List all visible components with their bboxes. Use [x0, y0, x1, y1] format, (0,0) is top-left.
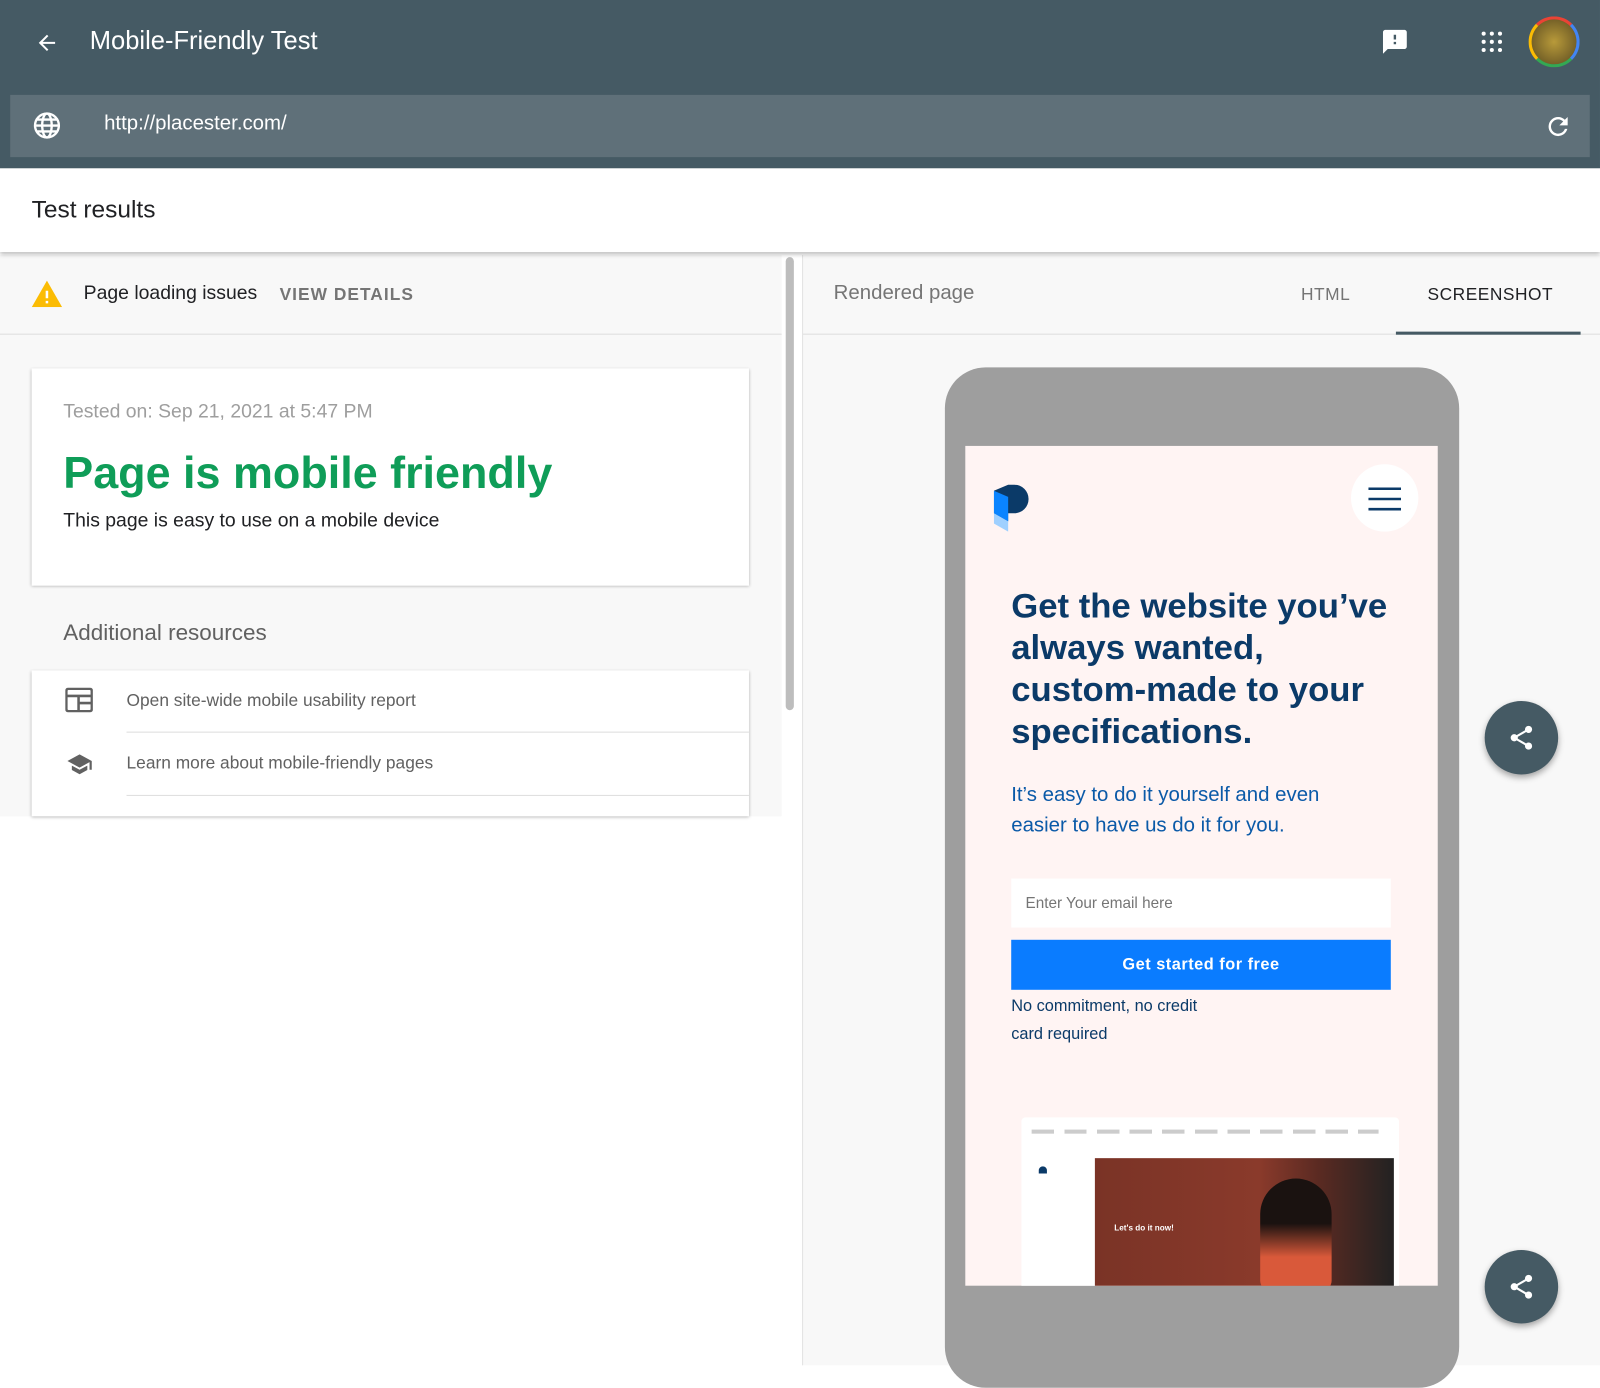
- hamburger-icon: [1368, 487, 1402, 511]
- warning-icon: [31, 280, 63, 308]
- site-preview-image: Let's do it now!: [1021, 1117, 1399, 1286]
- email-input[interactable]: [1011, 878, 1391, 928]
- verdict-description: This page is easy to use on a mobile dev…: [63, 510, 440, 532]
- top-app-bar: Mobile-Friendly Test http://placester.co…: [0, 0, 1600, 169]
- avatar[interactable]: [1528, 16, 1580, 68]
- placester-logo-icon: [993, 484, 1029, 532]
- arrow-back-icon[interactable]: [35, 31, 59, 55]
- report-icon: [65, 687, 93, 713]
- share-button[interactable]: [1484, 701, 1559, 775]
- get-started-button[interactable]: Get started for free: [1011, 939, 1391, 990]
- rendered-page-panel: Rendered page HTML SCREENSHOT Get the we…: [802, 255, 1600, 1388]
- results-header: Test results: [0, 168, 1600, 253]
- divider: [126, 794, 749, 796]
- page-loading-issues-bar: Page loading issues VIEW DETAILS: [0, 255, 782, 335]
- menu-button[interactable]: [1351, 464, 1419, 532]
- preview-person: [1260, 1178, 1332, 1286]
- globe-icon: [33, 112, 61, 139]
- tab-html[interactable]: HTML: [1301, 285, 1350, 305]
- rendered-screenshot: Get the website you’ve always wanted, cu…: [965, 445, 1438, 1286]
- tab-screenshot[interactable]: SCREENSHOT: [1395, 255, 1581, 335]
- scrollbar[interactable]: [785, 257, 794, 711]
- view-details-button[interactable]: VIEW DETAILS: [280, 285, 414, 305]
- share-icon: [1510, 1274, 1533, 1299]
- resource-item-usability-report[interactable]: Open site-wide mobile usability report: [32, 670, 749, 733]
- apps-grid-icon[interactable]: [1480, 30, 1504, 54]
- refresh-icon[interactable]: [1544, 112, 1573, 141]
- site-headline: Get the website you’ve always wanted, cu…: [1011, 586, 1388, 752]
- app-title: Mobile-Friendly Test: [89, 26, 318, 56]
- feedback-icon[interactable]: [1381, 28, 1410, 57]
- resources-title: Additional resources: [63, 619, 267, 645]
- resources-list: Open site-wide mobile usability report L…: [31, 670, 749, 817]
- issues-label: Page loading issues: [83, 282, 258, 305]
- resource-label: Open site-wide mobile usability report: [126, 690, 416, 711]
- school-icon: [67, 754, 92, 775]
- site-subheadline: It’s easy to do it yourself and even eas…: [1011, 783, 1320, 837]
- summary-card: Tested on: Sep 21, 2021 at 5:47 PM Page …: [31, 368, 749, 586]
- resource-item-learn-more[interactable]: Learn more about mobile-friendly pages: [32, 733, 749, 796]
- phone-frame: Get the website you’ve always wanted, cu…: [944, 367, 1460, 1388]
- preview-heading: Let's do it now!: [1114, 1223, 1174, 1233]
- url-input[interactable]: http://placester.com/: [104, 112, 287, 135]
- results-panel: Page loading issues VIEW DETAILS Tested …: [0, 255, 782, 817]
- share-button[interactable]: [1484, 1249, 1559, 1324]
- resource-label: Learn more about mobile-friendly pages: [126, 753, 434, 773]
- no-commitment-note: No commitment, no credit card required: [1011, 997, 1198, 1043]
- tested-on: Tested on: Sep 21, 2021 at 5:47 PM: [63, 401, 373, 423]
- rendered-title: Rendered page: [833, 281, 975, 305]
- share-icon: [1510, 725, 1533, 750]
- preview-nav: [1031, 1129, 1379, 1134]
- results-title: Test results: [31, 195, 156, 224]
- preview-logo: [1038, 1166, 1047, 1174]
- preview-hero: Let's do it now!: [1094, 1158, 1394, 1286]
- verdict-headline: Page is mobile friendly: [63, 447, 553, 498]
- rendered-tabs-bar: Rendered page HTML SCREENSHOT: [803, 255, 1600, 335]
- url-bar[interactable]: http://placester.com/: [10, 94, 1590, 158]
